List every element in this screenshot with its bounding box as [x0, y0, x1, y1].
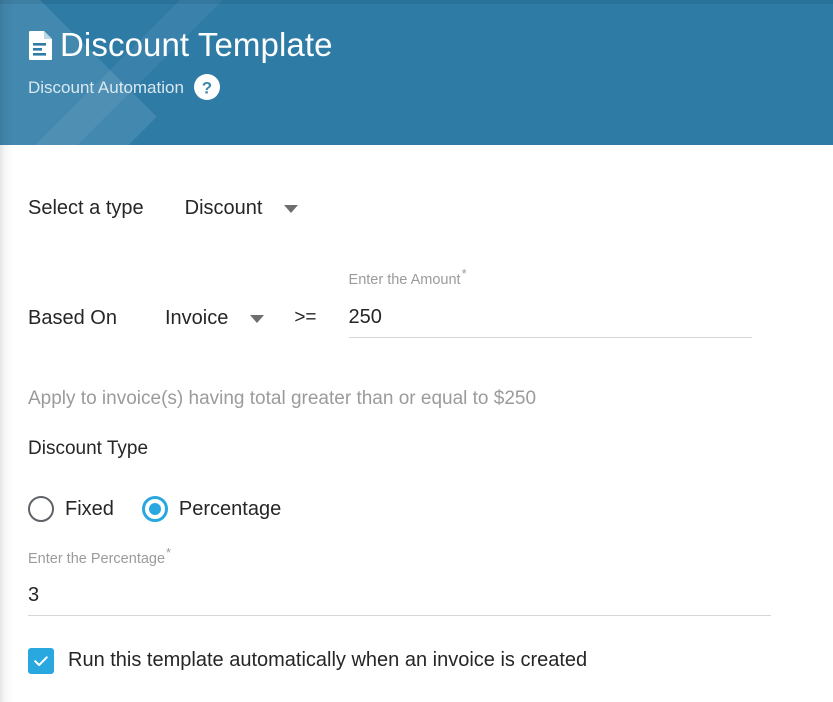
title-row: Discount Template	[28, 28, 833, 61]
comparison-operator: >=	[294, 307, 317, 329]
auto-run-checkbox-row[interactable]: Run this template automatically when an …	[28, 647, 805, 674]
based-on-row: Based On Invoice >= Enter the Amount*	[28, 267, 805, 339]
amount-field: Enter the Amount*	[348, 267, 752, 339]
help-circle-icon[interactable]: ?	[193, 74, 220, 100]
amount-input[interactable]	[348, 306, 752, 339]
chevron-down-icon	[284, 204, 299, 213]
amount-field-label: Enter the Amount*	[349, 267, 752, 287]
type-select[interactable]: Discount	[185, 197, 299, 220]
based-on-label: Based On	[28, 307, 117, 330]
percentage-field: Enter the Percentage*	[28, 546, 771, 616]
chevron-down-icon	[250, 314, 265, 323]
discount-type-label: Discount Type	[28, 438, 149, 460]
radio-option-percentage[interactable]: Percentage	[141, 496, 282, 523]
required-asterisk: *	[166, 545, 172, 561]
check-icon	[34, 655, 48, 666]
discount-type-radio-group: Fixed Percentage	[28, 496, 805, 523]
select-type-label: Select a type	[28, 197, 144, 219]
based-on-select[interactable]: Invoice	[164, 307, 265, 330]
percentage-field-label: Enter the Percentage*	[28, 546, 771, 566]
subtitle-row: Discount Automation ?	[28, 74, 833, 100]
radio-icon-percentage	[141, 496, 168, 523]
form-body: Select a type Discount Based On Invoice …	[0, 197, 833, 674]
radio-label-percentage: Percentage	[178, 497, 282, 520]
page-header: Discount Template Discount Automation ?	[0, 0, 833, 145]
page-subtitle: Discount Automation	[28, 77, 184, 97]
auto-run-checkbox[interactable]	[28, 647, 54, 674]
auto-run-label: Run this template automatically when an …	[68, 649, 588, 672]
page-title: Discount Template	[60, 26, 333, 63]
radio-label-fixed: Fixed	[65, 497, 114, 520]
amount-field-label-text: Enter the Amount	[348, 271, 461, 288]
svg-text:?: ?	[202, 78, 212, 97]
select-type-row: Select a type Discount	[28, 197, 805, 220]
condition-helper-text: Apply to invoice(s) having total greater…	[28, 388, 537, 410]
header-content: Discount Template Discount Automation ?	[0, 0, 833, 100]
percentage-input[interactable]	[28, 583, 771, 616]
based-on-select-value: Invoice	[164, 307, 229, 330]
document-icon	[29, 30, 52, 60]
type-select-value: Discount	[184, 197, 263, 219]
radio-icon-fixed	[28, 496, 54, 523]
discount-template-page: Discount Template Discount Automation ? …	[0, 0, 833, 702]
radio-option-fixed[interactable]: Fixed	[28, 496, 114, 523]
percentage-field-label-text: Enter the Percentage	[28, 551, 166, 568]
required-asterisk: *	[461, 266, 467, 281]
